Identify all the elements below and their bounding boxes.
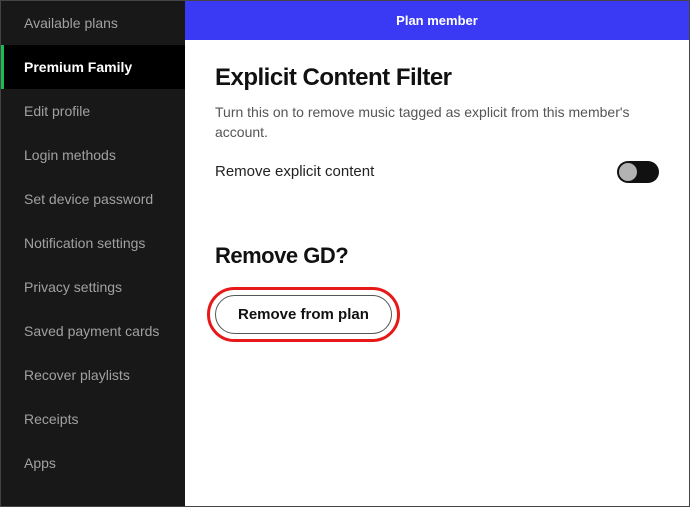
- content-area: Explicit Content Filter Turn this on to …: [185, 40, 689, 506]
- sidebar-item-available-plans[interactable]: Available plans: [1, 1, 185, 45]
- sidebar-item-privacy-settings[interactable]: Privacy settings: [1, 265, 185, 309]
- app-window: Available plans Premium Family Edit prof…: [0, 0, 690, 507]
- remove-button-wrap: Remove from plan: [215, 295, 392, 334]
- sidebar-item-premium-family[interactable]: Premium Family: [1, 45, 185, 89]
- sidebar-item-set-device-password[interactable]: Set device password: [1, 177, 185, 221]
- explicit-filter-heading: Explicit Content Filter: [215, 64, 659, 92]
- sidebar-item-recover-playlists[interactable]: Recover playlists: [1, 353, 185, 397]
- sidebar-item-apps[interactable]: Apps: [1, 441, 185, 485]
- explicit-toggle-label: Remove explicit content: [215, 163, 374, 180]
- sidebar-item-notification-settings[interactable]: Notification settings: [1, 221, 185, 265]
- sidebar-item-saved-payment-cards[interactable]: Saved payment cards: [1, 309, 185, 353]
- explicit-toggle[interactable]: [617, 161, 659, 183]
- sidebar-item-login-methods[interactable]: Login methods: [1, 133, 185, 177]
- sidebar: Available plans Premium Family Edit prof…: [1, 1, 185, 506]
- remove-from-plan-button[interactable]: Remove from plan: [215, 295, 392, 334]
- banner-title: Plan member: [396, 13, 478, 28]
- explicit-toggle-row: Remove explicit content: [215, 161, 659, 183]
- plan-member-banner: Plan member: [185, 1, 689, 40]
- remove-member-heading: Remove GD?: [215, 243, 659, 269]
- explicit-filter-description: Turn this on to remove music tagged as e…: [215, 102, 635, 143]
- main-panel: Plan member Explicit Content Filter Turn…: [185, 1, 689, 506]
- sidebar-item-receipts[interactable]: Receipts: [1, 397, 185, 441]
- sidebar-item-edit-profile[interactable]: Edit profile: [1, 89, 185, 133]
